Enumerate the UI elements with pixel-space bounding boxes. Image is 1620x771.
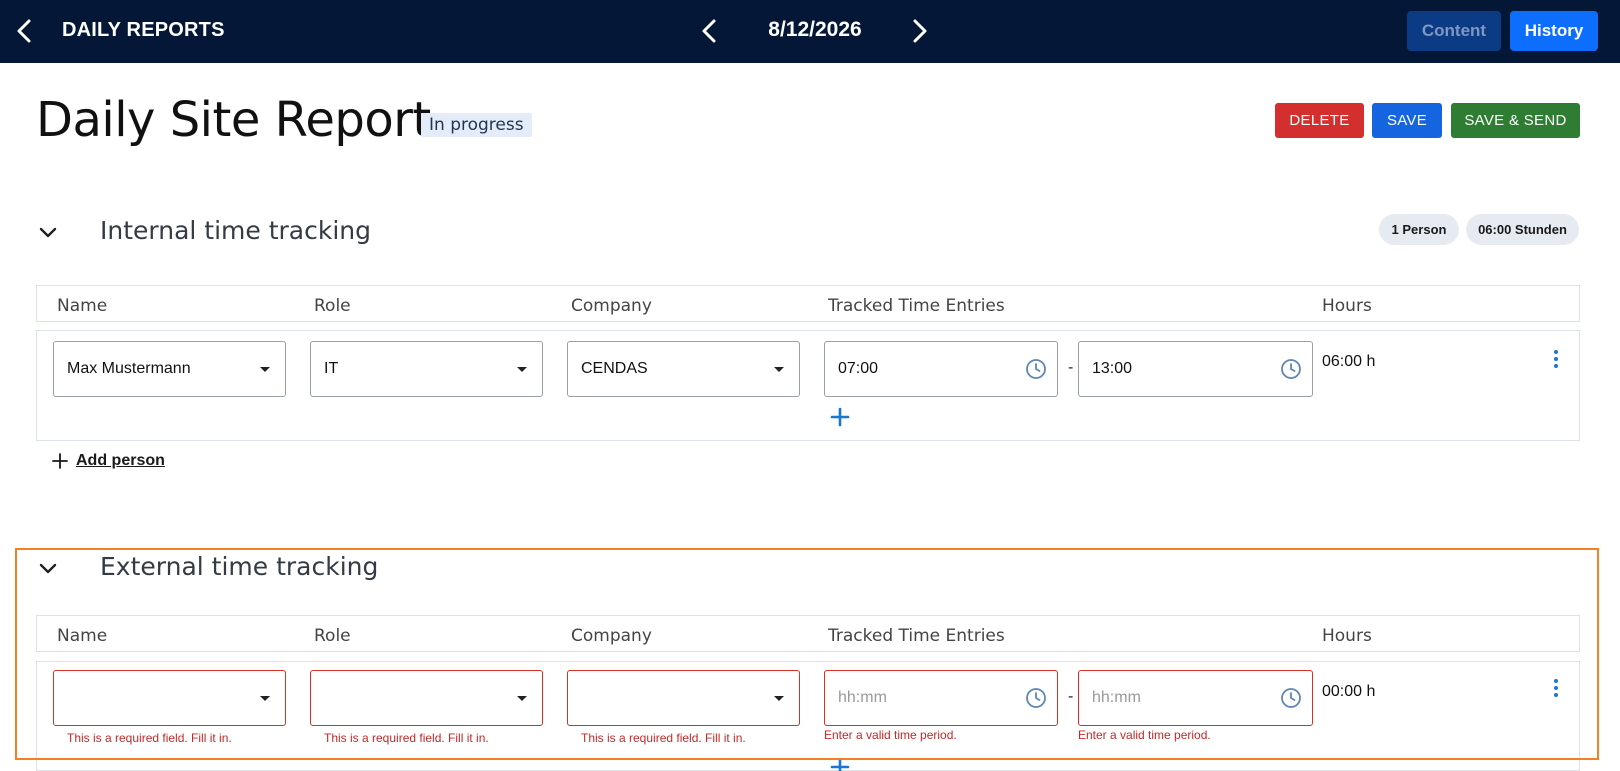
clock-icon[interactable] [1025,358,1047,380]
dropdown-caret-icon [774,367,784,372]
clock-icon[interactable] [1280,687,1302,709]
end-time-input[interactable]: hh:mm [1078,670,1313,726]
hours-total-badge: 06:00 Stunden [1466,214,1579,245]
time-range-separator: - [1068,359,1074,376]
end-time-placeholder: hh:mm [1092,689,1141,706]
column-header-company: Company [571,296,652,316]
save-and-send-button[interactable]: SAVE & SEND [1451,103,1580,138]
column-header-name: Name [57,626,108,646]
save-button[interactable]: SAVE [1372,103,1442,138]
row-menu-kebab-icon[interactable] [1552,678,1560,698]
collapse-internal-chevron-icon[interactable] [37,222,59,244]
dropdown-caret-icon [517,367,527,372]
end-time-value: 13:00 [1092,360,1133,377]
page-title: Daily Site Report [36,92,431,148]
column-header-hours: Hours [1322,626,1372,646]
add-person-button[interactable]: Add person [52,452,165,470]
external-table-row: This is a required field. Fill it in. Th… [36,661,1580,771]
person-count-badge: 1 Person [1379,214,1459,245]
hours-value: 06:00 h [1322,353,1376,370]
start-time-input[interactable]: 07:00 [824,341,1058,397]
add-person-label: Add person [76,452,165,469]
dropdown-caret-icon [774,696,784,701]
dropdown-caret-icon [260,367,270,372]
company-select[interactable]: CENDAS [567,341,800,397]
name-error-message: This is a required field. Fill it in. [67,731,232,745]
role-value: IT [324,360,339,377]
company-error-message: This is a required field. Fill it in. [581,731,746,745]
previous-date-icon[interactable] [697,18,723,44]
column-header-hours: Hours [1322,296,1372,316]
company-select[interactable] [567,670,800,726]
internal-table-row: Max Mustermann IT CENDAS 07:00 - 13:00 0… [36,330,1580,441]
add-time-entry-plus-icon[interactable] [830,757,850,771]
top-bar: DAILY REPORTS 8/12/2026 Content History [0,0,1620,63]
status-badge: In progress [421,113,532,137]
company-value: CENDAS [581,360,648,377]
column-header-name: Name [57,296,108,316]
end-time-input[interactable]: 13:00 [1078,341,1313,397]
internal-section-title: Internal time tracking [100,216,372,245]
clock-icon[interactable] [1025,687,1047,709]
add-time-entry-plus-icon[interactable] [830,407,850,427]
start-time-placeholder: hh:mm [838,689,887,706]
column-header-tracked-time: Tracked Time Entries [828,626,1005,646]
current-date: 8/12/2026 [768,18,862,41]
time-range-separator: - [1068,688,1074,705]
external-table-header: Name Role Company Tracked Time Entries H… [36,615,1580,652]
column-header-role: Role [314,296,351,316]
back-arrow-icon[interactable] [12,18,38,44]
dropdown-caret-icon [517,696,527,701]
plus-icon [52,453,68,469]
name-select[interactable] [53,670,286,726]
external-section-title: External time tracking [100,552,379,581]
end-time-error-message: Enter a valid time period. [1078,728,1211,742]
start-time-error-message: Enter a valid time period. [824,728,957,742]
collapse-external-chevron-icon[interactable] [37,558,59,580]
delete-button[interactable]: DELETE [1275,103,1364,138]
clock-icon[interactable] [1280,358,1302,380]
internal-table-header: Name Role Company Tracked Time Entries H… [36,285,1580,322]
role-select[interactable] [310,670,543,726]
history-button[interactable]: History [1510,11,1598,51]
column-header-role: Role [314,626,351,646]
role-select[interactable]: IT [310,341,543,397]
content-button[interactable]: Content [1407,11,1501,51]
name-value: Max Mustermann [67,360,191,377]
start-time-value: 07:00 [838,360,879,377]
start-time-input[interactable]: hh:mm [824,670,1058,726]
column-header-tracked-time: Tracked Time Entries [828,296,1005,316]
name-select[interactable]: Max Mustermann [53,341,286,397]
next-date-icon[interactable] [906,18,932,44]
app-title: DAILY REPORTS [62,19,225,41]
dropdown-caret-icon [260,696,270,701]
column-header-company: Company [571,626,652,646]
hours-value: 00:00 h [1322,683,1376,700]
row-menu-kebab-icon[interactable] [1552,349,1560,369]
role-error-message: This is a required field. Fill it in. [324,731,489,745]
